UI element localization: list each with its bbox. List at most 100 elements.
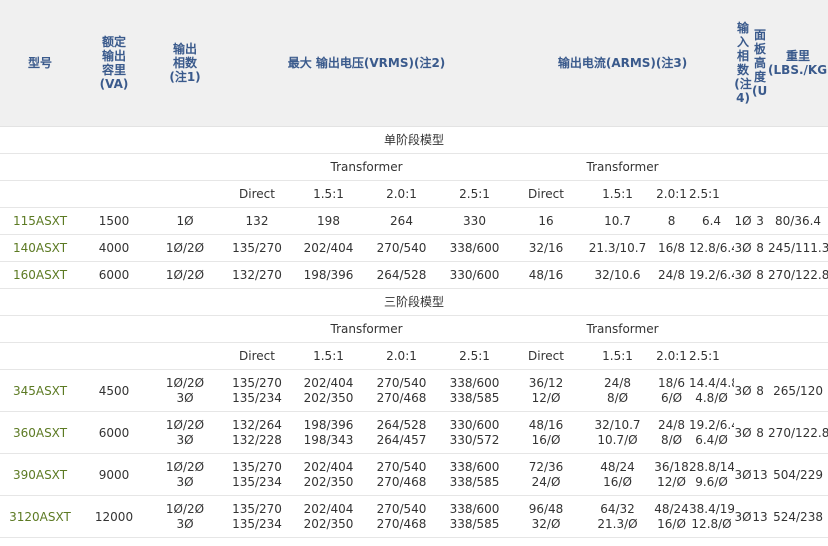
cell-line: 330/572 [449,432,500,447]
cell-line: 198/396 [303,417,354,432]
cell-line: 135/234 [232,390,282,405]
cell-panel: 8 [756,268,764,282]
cell-line: 4.8/Ø [695,390,728,405]
cell-phase: 1Ø/2Ø 3Ø [148,412,222,454]
cell-a-25: 14.4/4.8 4.8/Ø [689,370,734,412]
model-link[interactable]: 3120ASXT [0,496,80,538]
cell-panel: 13 [752,509,768,524]
cell-weight: 504/229 [773,467,823,482]
model-link[interactable]: 160ASXT [0,262,80,289]
cell-panel: 8 [756,425,764,440]
cell-in-phase: 3Ø [734,241,752,255]
table-row: 115ASXT 1500 1Ø 132 198 264 330 16 10.7 … [0,208,828,235]
cell-line: 8/Ø [606,390,629,405]
cell-a-20: 36/18 12/Ø [654,454,689,496]
model-link[interactable]: 115ASXT [0,208,80,235]
cell-a-direct: 96/48 32/Ø [511,496,581,538]
cell-line: 264/528 [376,417,427,432]
cell-a-25: 38.4/19.212.8/Ø [689,496,734,538]
cell-line: 19.2/6.4 [689,417,735,432]
cell-v-25: 338/600 338/585 [438,454,511,496]
cell-a-15: 10.7 [604,214,631,228]
cell-line: 24/8 [604,375,631,390]
cell-line: 1Ø/2Ø [165,501,205,516]
cell-line: 8/Ø [660,432,683,447]
cell-v-15: 202/404 202/350 [292,370,365,412]
cell-a-25: 12.8/6.4 [689,241,735,255]
cell-weight: 245/111.3 [768,241,828,255]
model-link[interactable]: 390ASXT [0,454,80,496]
cell-line: 338/600 [449,375,500,390]
cell-line: 135/270 [232,459,282,474]
transformer-row: Transformer Transformer [0,154,828,181]
cell-weight: 524/238 [773,509,823,524]
header-row: 型号 额定 输出 容里 (VA) 输出 相数 (注1) 最大 输出电压(VRMS)(注2)… [0,0,828,127]
cell-line: 28.8/14.4 [689,459,734,474]
table-row: 360ASXT 6000 1Ø/2Ø 3Ø 132/264 132/228 198/396 1… [0,412,828,454]
transformer-row: Transformer Transformer [0,316,828,343]
cell-v-15: 202/404 202/350 [292,496,365,538]
cell-v-15: 198/396 198/343 [292,412,365,454]
cell-line: 38.4/19.2 [689,501,734,516]
section-title: 单阶段模型 [384,133,445,147]
header-out-phase: 输出 相数 (注1) [148,0,222,127]
model-link[interactable]: 140ASXT [0,235,80,262]
col-label: Direct [239,187,275,201]
cell-v-15: 202/404 202/350 [292,454,365,496]
header-capacity: 额定 输出 容里 (VA) [80,0,148,127]
cell-v-direct: 132/270 [232,268,282,282]
cell-va: 9000 [98,467,130,482]
cell-line: 270/540 [376,375,427,390]
spec-table: 型号 额定 输出 容里 (VA) 输出 相数 (注1) 最大 输出电压(VRMS)(注2)… [0,0,828,538]
cell-line: 202/350 [303,390,354,405]
cell-line: 3Ø [176,516,194,531]
cell-v-20: 270/540 [376,241,427,255]
transformer-label: Transformer [330,322,403,336]
cell-v-20: 264/528 [376,268,427,282]
cell-line: 6.4/Ø [695,432,728,447]
cell-line: 132/264 [232,417,282,432]
cell-v-20: 264/528 264/457 [365,412,438,454]
cell-phase: 1Ø/2Ø 3Ø [148,496,222,538]
cell-line: 14.4/4.8 [689,375,735,390]
cell-line: 24/Ø [531,474,561,489]
table-row: 160ASXT 6000 1Ø/2Ø 132/270 198/396 264/5… [0,262,828,289]
col-label: 2.5:1 [459,349,490,363]
cell-a-direct: 32/16 [528,241,564,255]
transformer-label: Transformer [330,160,403,174]
cell-line: 12/Ø [657,474,686,489]
cell-a-direct: 72/36 24/Ø [511,454,581,496]
cell-phase: 1Ø [176,214,194,228]
cell-a-direct: 48/16 16/Ø [511,412,581,454]
table-row: 3120ASXT 12000 1Ø/2Ø 3Ø 135/270 135/234 202/40… [0,496,828,538]
cell-line: 202/350 [303,474,354,489]
cell-panel: 13 [752,467,768,482]
cell-weight: 80/36.4 [775,214,822,228]
cell-v-20: 270/540 270/468 [365,454,438,496]
model-link[interactable]: 360ASXT [0,412,80,454]
cell-weight: 270/122.8 [768,425,828,440]
cell-line: 48/24 [600,459,635,474]
model-link[interactable]: 345ASXT [0,370,80,412]
cell-panel: 3 [756,214,764,228]
cell-line: 135/234 [232,474,282,489]
cell-a-15: 64/32 21.3/Ø [581,496,654,538]
cell-in-phase: 3Ø [734,425,752,440]
col-label: 1.5:1 [602,187,633,201]
cell-v-direct: 135/270 135/234 [222,496,292,538]
table-row: 140ASXT 4000 1Ø/2Ø 135/270 202/404 270/5… [0,235,828,262]
cell-va: 4000 [98,241,130,255]
cell-line: 9.6/Ø [695,474,728,489]
cell-v-25: 330/600 330/572 [438,412,511,454]
cell-line: 270/468 [376,390,427,405]
cell-line: 16/Ø [531,432,561,447]
cell-va: 12000 [94,509,134,524]
cell-line: 198/343 [303,432,354,447]
cell-line: 338/585 [449,390,500,405]
cell-v-15: 198 [317,214,340,228]
cell-line: 16/Ø [657,516,686,531]
cell-in-phase: 3Ø [734,383,752,398]
cell-line: 264/457 [376,432,427,447]
cell-line: 270/540 [376,501,427,516]
cell-line: 202/404 [303,459,354,474]
